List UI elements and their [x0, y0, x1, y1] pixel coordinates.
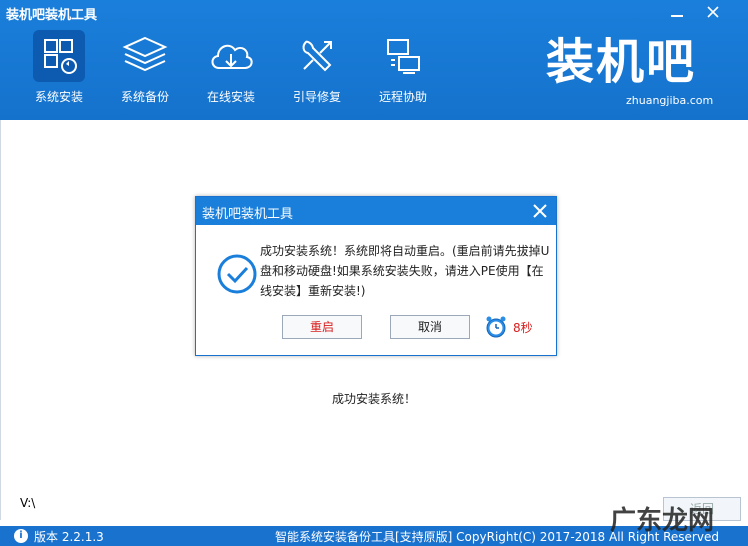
dialog-title: 装机吧装机工具 — [202, 207, 294, 222]
nav-system-install[interactable]: 系统安装 — [22, 28, 96, 110]
nav-label: 引导修复 — [292, 90, 341, 104]
restart-dialog: 装机吧装机工具 成功安装系统！系统即将自动重启。(重启前请先拔掉U盘和移动硬盘!… — [195, 196, 557, 356]
minimize-button[interactable] — [664, 2, 690, 24]
success-check-icon — [216, 253, 258, 295]
remote-monitor-icon — [377, 30, 429, 82]
drive-label: V:\ — [20, 496, 36, 510]
dialog-message: 成功安装系统！系统即将自动重启。(重启前请先拔掉U盘和移动硬盘!如果系统安装失败… — [260, 244, 550, 298]
brand-name: 装机吧 — [546, 34, 697, 90]
nav-boot-repair[interactable]: 引导修复 — [280, 28, 354, 110]
info-icon: i — [14, 529, 28, 543]
alarm-clock-icon — [484, 315, 508, 339]
dialog-close-button[interactable] — [530, 201, 550, 221]
windows-install-icon — [33, 30, 85, 82]
close-icon — [533, 204, 547, 218]
version-text: 版本 2.2.1.3 — [34, 530, 104, 544]
close-button[interactable] — [700, 2, 726, 24]
left-border — [0, 120, 1, 520]
wrench-icon — [291, 30, 343, 82]
brand-logo: 装机吧 zhuangjiba.com — [546, 34, 726, 108]
layers-backup-icon — [119, 30, 171, 82]
window-title: 装机吧装机工具 — [6, 8, 98, 23]
minimize-icon — [671, 15, 683, 17]
nav-label: 系统安装 — [34, 90, 83, 104]
nav-system-backup[interactable]: 系统备份 — [108, 28, 182, 110]
countdown-text: 8秒 — [513, 321, 533, 335]
nav-online-install[interactable]: 在线安装 — [194, 28, 268, 110]
install-status-text: 成功安装系统！ — [331, 392, 416, 406]
watermark: 广东龙网 — [610, 506, 715, 536]
nav-remote-assist[interactable]: 远程协助 — [366, 28, 440, 110]
close-icon — [707, 6, 719, 18]
brand-url: zhuangjiba.com — [626, 94, 714, 107]
nav-label: 远程协助 — [378, 90, 427, 104]
nav-label: 系统备份 — [120, 90, 169, 104]
app-header: 装机吧装机工具 系统安装 系统备份 在线安装 引导修复 远程协助 装机吧 zhu… — [0, 0, 748, 120]
restart-button[interactable]: 重启 — [282, 315, 362, 339]
cancel-button[interactable]: 取消 — [390, 315, 470, 339]
nav-label: 在线安装 — [206, 90, 255, 104]
cloud-download-icon — [205, 30, 257, 82]
dialog-titlebar: 装机吧装机工具 — [196, 197, 556, 225]
